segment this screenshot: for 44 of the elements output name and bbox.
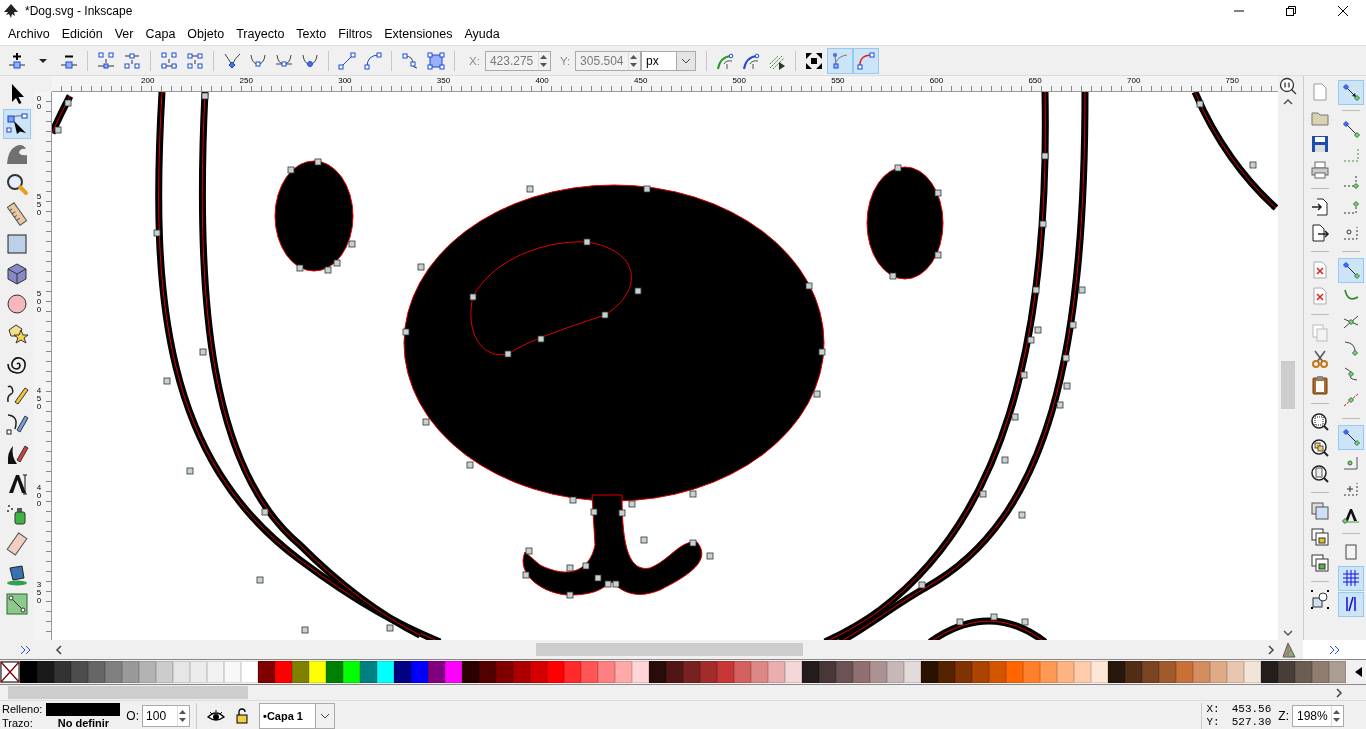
- menu-item[interactable]: Capa: [139, 24, 182, 43]
- window-title: *Dog.svg - Inkscape: [25, 4, 134, 18]
- cursor-x-value: 453.56: [1231, 702, 1272, 716]
- ruler-label: 300: [338, 76, 352, 86]
- ruler-label: 500: [35, 290, 43, 314]
- y-label: Y:: [559, 54, 571, 67]
- zoom-field[interactable]: 198%: [1292, 704, 1344, 727]
- menu-item[interactable]: Texto: [290, 24, 333, 43]
- ruler-label: 550: [35, 193, 43, 217]
- opacity-field[interactable]: 100: [142, 704, 191, 727]
- ruler-label: 250: [239, 76, 253, 86]
- ruler-label: 700: [1127, 76, 1141, 86]
- menu-item[interactable]: Extensiones: [378, 24, 459, 43]
- unit-dropdown[interactable]: px: [641, 50, 697, 71]
- ruler-label: 600: [929, 76, 944, 86]
- ruler-label: 650: [1028, 76, 1042, 86]
- ruler-label: 400: [535, 76, 549, 86]
- layer-dropdown[interactable]: •Capa 1: [259, 702, 336, 729]
- menu-item[interactable]: Ayuda: [458, 24, 506, 43]
- ruler-label: 500: [732, 76, 746, 86]
- ruler-label: 550: [831, 76, 845, 86]
- ruler-label: 350: [35, 581, 43, 605]
- ruler-label: 450: [634, 76, 648, 86]
- ruler-label: 750: [1225, 76, 1239, 86]
- cursor-y-label: Y:: [1206, 715, 1220, 729]
- opacity-label: O:: [126, 708, 140, 723]
- fill-label: Relleno:: [2, 703, 43, 715]
- ruler-label: 400: [35, 484, 43, 508]
- ruler-label: 00: [35, 95, 43, 111]
- menu-item[interactable]: Ver: [108, 24, 140, 43]
- cursor-x-label: X:: [1206, 702, 1220, 716]
- menu-item[interactable]: Trayecto: [230, 24, 291, 43]
- menu-item[interactable]: Filtros: [332, 24, 379, 43]
- cursor-y-value: 527.30: [1231, 715, 1272, 729]
- x-label: X:: [469, 54, 480, 67]
- ruler-label: 200: [141, 76, 155, 86]
- menu-item[interactable]: Objeto: [181, 24, 231, 43]
- stroke-value[interactable]: No definir: [46, 716, 121, 729]
- stroke-label: Trazo:: [2, 716, 34, 729]
- zoom-label: Z:: [1278, 708, 1289, 723]
- menu-item[interactable]: Archivo: [2, 24, 56, 43]
- ruler-label: 450: [35, 387, 43, 411]
- ruler-label: 350: [436, 76, 451, 86]
- menu-item[interactable]: Edición: [55, 24, 109, 43]
